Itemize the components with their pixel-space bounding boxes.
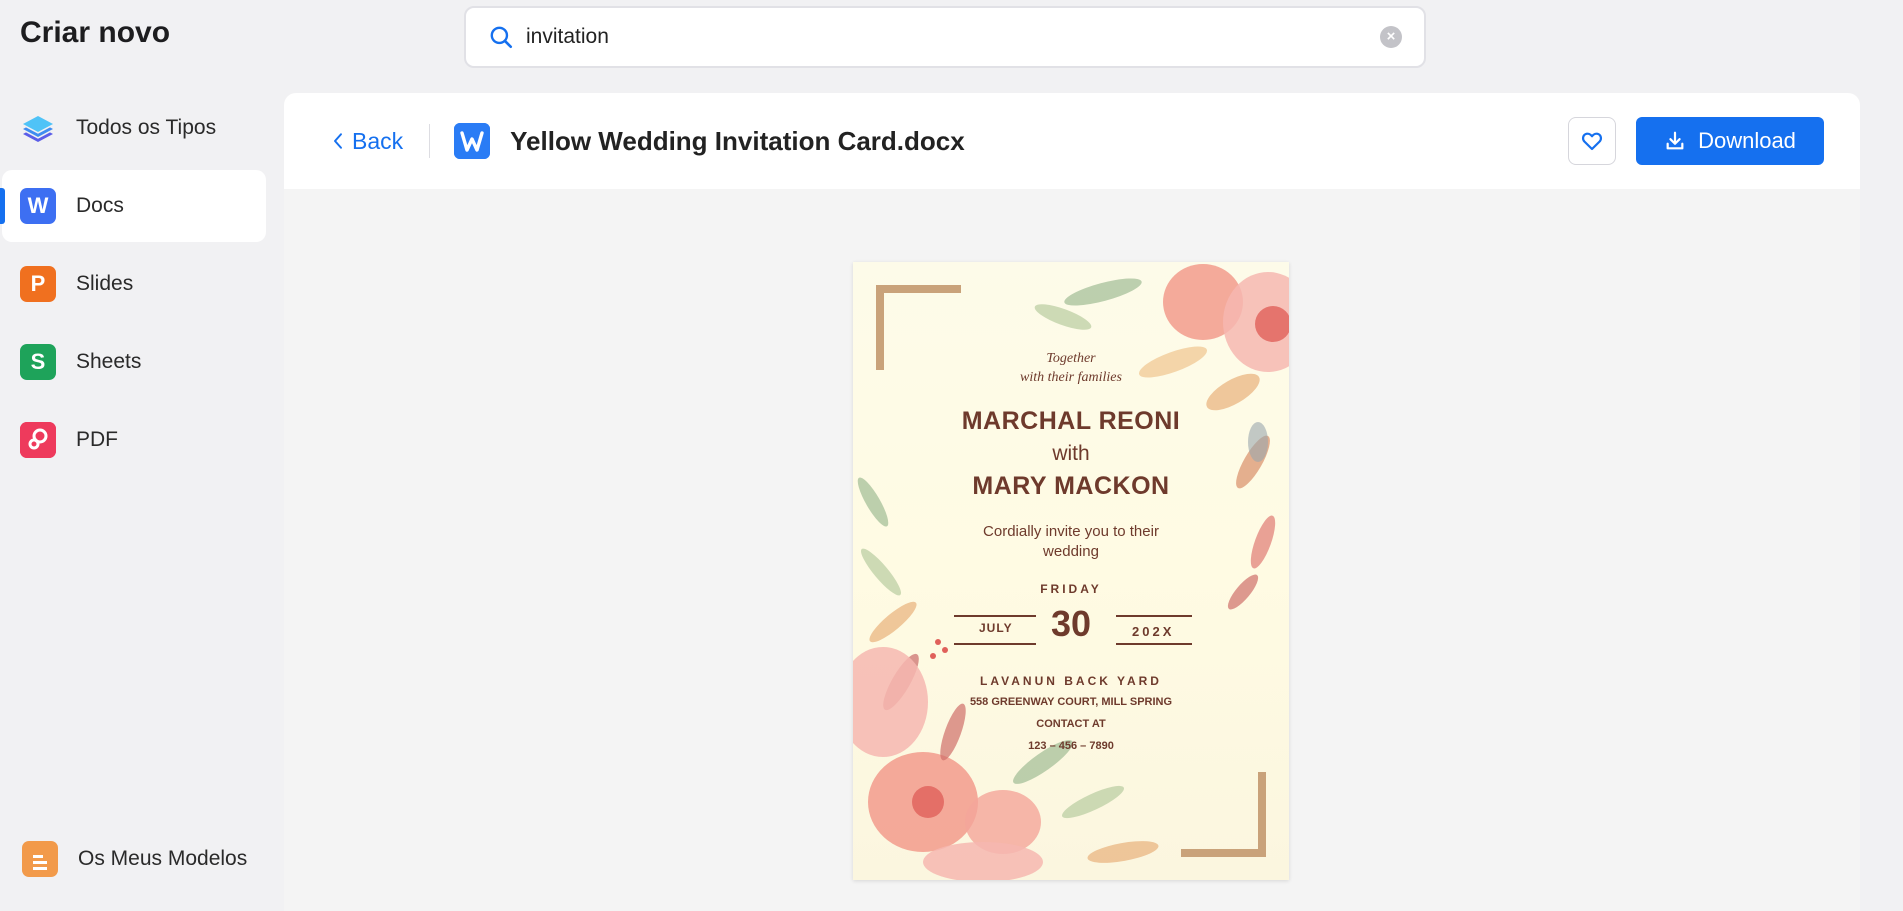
card-month: JULY <box>979 621 1013 635</box>
template-preview-image: Together with their families MARCHAL REO… <box>853 262 1289 880</box>
favorite-button[interactable] <box>1568 117 1616 165</box>
card-weekday: FRIDAY <box>1040 582 1102 596</box>
card-venue: LAVANUN BACK YARD <box>980 674 1162 688</box>
card-rule <box>954 615 1036 617</box>
pdf-icon <box>20 422 56 458</box>
search-bar[interactable]: × <box>464 6 1426 68</box>
slides-icon: P <box>20 266 56 302</box>
card-name-2: MARY MACKON <box>972 472 1170 500</box>
my-templates-icon <box>22 841 58 877</box>
sidebar-item-all-types[interactable]: Todos os Tipos <box>2 92 266 164</box>
sidebar-item-label: Sheets <box>76 350 142 373</box>
card-rule <box>1116 643 1192 645</box>
sidebar-item-sheets[interactable]: S Sheets <box>2 326 266 398</box>
search-icon <box>490 26 513 49</box>
sidebar-item-label: Todos os Tipos <box>76 116 217 139</box>
download-button[interactable]: Download <box>1636 117 1824 165</box>
card-intro: Together with their families <box>1020 351 1122 385</box>
close-circle-icon[interactable]: × <box>1380 26 1402 48</box>
sidebar-item-label: Slides <box>76 272 134 295</box>
sheets-icon: S <box>20 344 56 380</box>
card-contact-label: CONTACT AT <box>1036 718 1106 730</box>
card-rule <box>1116 615 1192 617</box>
sidebar-item-label: Docs <box>76 194 124 217</box>
sidebar-item-my-templates[interactable]: Os Meus Modelos <box>4 823 268 895</box>
docs-icon: W <box>20 188 56 224</box>
card-address: 558 GREENWAY COURT, MILL SPRING <box>969 696 1173 708</box>
header-actions: Download <box>1568 117 1824 165</box>
chevron-left-icon <box>334 133 342 149</box>
page-title: Criar novo <box>20 16 171 49</box>
sidebar-item-label: PDF <box>76 428 118 451</box>
download-icon <box>1666 131 1684 150</box>
sidebar-item-pdf[interactable]: PDF <box>2 404 266 476</box>
template-preview-panel: Back Yellow Wedding Invitation Card.docx <box>284 93 1860 911</box>
sidebar-item-slides[interactable]: P Slides <box>2 248 266 320</box>
card-rule <box>954 643 1036 645</box>
sidebar-item-docs[interactable]: W Docs <box>0 170 266 242</box>
sidebar: Todos os Tipos W Docs P Slides S Sheets … <box>0 92 270 482</box>
sidebar-item-label: Os Meus Modelos <box>78 847 248 870</box>
divider <box>429 124 431 158</box>
file-title: Yellow Wedding Invitation Card.docx <box>510 125 965 156</box>
preview-header: Back Yellow Wedding Invitation Card.docx <box>284 93 1860 189</box>
card-day: 30 <box>1050 603 1092 644</box>
layers-icon <box>20 110 56 146</box>
card-invite: Cordially invite you to their wedding <box>983 523 1159 560</box>
download-label: Download <box>1698 128 1796 153</box>
docs-file-icon <box>454 123 491 159</box>
card-phone: 123 – 456 – 7890 <box>1028 740 1114 752</box>
card-name-1: MARCHAL REONI <box>961 407 1181 435</box>
card-with: with <box>1052 442 1090 465</box>
back-label: Back <box>352 127 404 154</box>
search-input[interactable] <box>526 25 1380 49</box>
heart-icon <box>1581 132 1603 151</box>
card-year: 202X <box>1132 624 1175 639</box>
back-button[interactable]: Back <box>332 128 403 155</box>
